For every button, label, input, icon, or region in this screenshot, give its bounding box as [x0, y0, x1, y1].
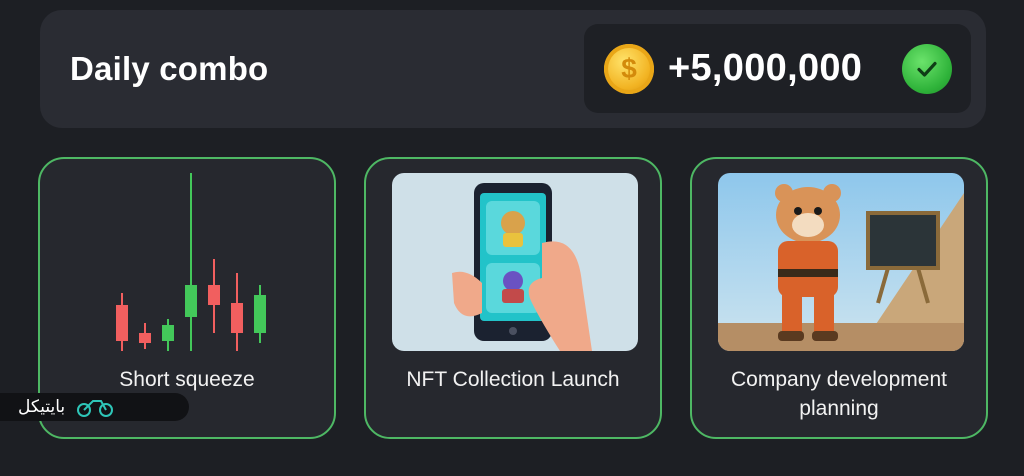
daily-combo-header: Daily combo $ +5,000,000 — [40, 10, 986, 128]
candlestick-chart-icon — [66, 173, 312, 351]
card-label: Company development planning — [731, 368, 947, 420]
card-label: NFT Collection Launch — [406, 368, 620, 391]
bike-icon — [77, 400, 114, 417]
header-title: Daily combo — [70, 50, 269, 87]
reward-amount: +5,000,000 — [668, 47, 863, 89]
watermark-logo: بایتیکل — [0, 393, 189, 421]
watermark-text: بایتیکل — [18, 397, 66, 417]
combo-card-nft-collection-launch[interactable]: NFT Collection Launch — [364, 157, 662, 439]
check-circle-icon — [902, 44, 952, 94]
reward-panel: $ +5,000,000 — [584, 24, 971, 113]
combo-card-company-development-planning[interactable]: Company development planning — [690, 157, 988, 439]
hamster-ceo-illustration — [718, 173, 964, 351]
card-label: Short squeeze — [119, 368, 255, 391]
phone-nft-illustration — [392, 173, 638, 351]
dollar-coin-icon: $ — [604, 44, 654, 94]
